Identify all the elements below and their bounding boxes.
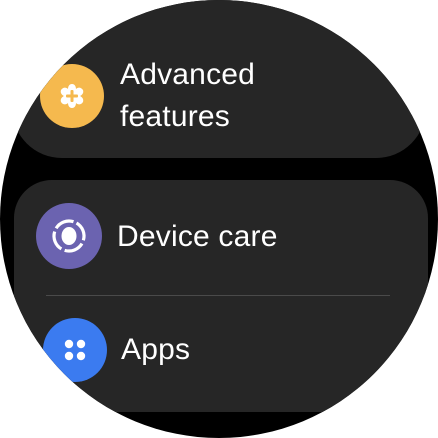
watch-screen: Advanced features Device care Apps bbox=[0, 0, 438, 438]
advanced-features-icon bbox=[40, 64, 104, 128]
advanced-features-label-line2: features bbox=[120, 100, 230, 133]
advanced-features-glyph bbox=[60, 84, 84, 108]
device-care-label: Device care bbox=[117, 220, 278, 253]
device-care-icon bbox=[36, 203, 102, 269]
device-care-glyph bbox=[52, 219, 86, 253]
advanced-features-label-line1: Advanced bbox=[120, 58, 256, 91]
apps-grid-icon bbox=[43, 318, 107, 382]
apps-grid-glyph bbox=[64, 339, 86, 361]
apps-label: Apps bbox=[121, 333, 191, 366]
